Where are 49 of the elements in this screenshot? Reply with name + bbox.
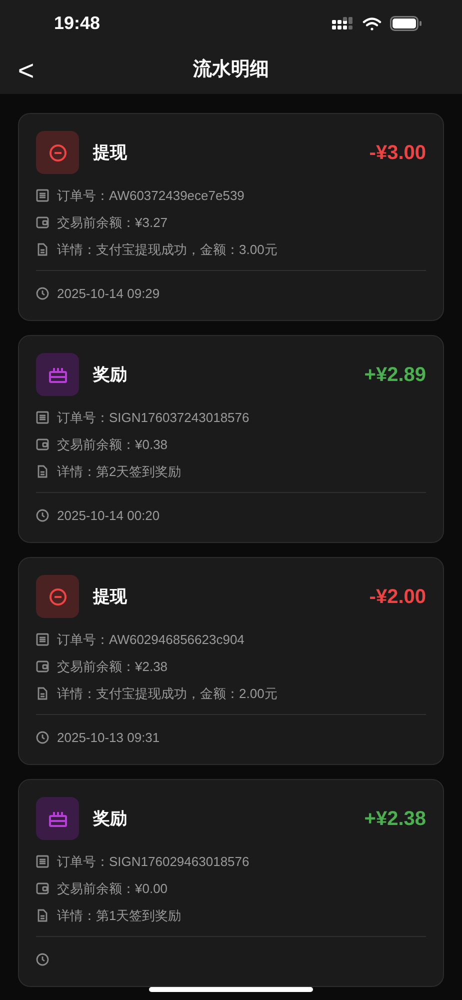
transaction-type: 奖励: [93, 808, 127, 830]
order-number: 订单号：SIGN176029463018576: [57, 852, 250, 871]
order-number: 订单号：SIGN176037243018576: [57, 408, 250, 427]
balance-before: 交易前余额：¥0.38: [57, 436, 168, 454]
document-icon: [36, 243, 49, 256]
order-number: 订单号：AW602946856623c904: [57, 630, 244, 649]
transaction-time: 2025-10-14 09:29: [57, 284, 160, 303]
minus-circle-icon: [48, 588, 66, 606]
transaction-amount: -¥3.00: [369, 140, 426, 166]
minus-circle-icon: [48, 144, 66, 162]
wallet-icon: [36, 216, 49, 229]
status-time: 19:48: [54, 12, 100, 35]
transaction-amount: +¥2.38: [364, 806, 426, 832]
clock-icon: [36, 509, 49, 522]
document-icon: [36, 687, 49, 700]
clock-icon: [36, 287, 49, 300]
list-icon: [36, 189, 49, 202]
page-title: 流水明细: [193, 58, 269, 82]
list-icon: [36, 633, 49, 646]
wallet-icon: [36, 438, 49, 451]
transaction-time: 2025-10-14 00:20: [57, 506, 160, 525]
transaction-type: 提现: [93, 142, 127, 164]
wallet-icon: [36, 660, 49, 673]
transaction-detail: 详情：支付宝提现成功，金额：3.00元: [57, 240, 278, 259]
balance-before: 交易前余额：¥3.27: [57, 214, 168, 232]
gift-icon: [48, 366, 68, 384]
balance-before: 交易前余额：¥0.00: [57, 880, 168, 898]
document-icon: [36, 909, 49, 922]
transaction-time: 2025-10-13 09:31: [57, 728, 160, 747]
signal-icon: [332, 16, 354, 30]
order-number: 订单号：AW60372439ece7e539: [57, 186, 244, 205]
transaction-detail: 详情：第2天签到奖励: [57, 462, 182, 481]
transaction-type: 提现: [93, 586, 127, 608]
document-icon: [36, 465, 49, 478]
wifi-icon: [362, 16, 382, 30]
transaction-detail: 详情：支付宝提现成功，金额：2.00元: [57, 684, 278, 703]
transaction-detail: 详情：第1天签到奖励: [57, 906, 182, 925]
list-icon: [36, 411, 49, 424]
wallet-icon: [36, 882, 49, 895]
battery-icon: [390, 16, 422, 31]
back-button[interactable]: <: [14, 56, 38, 84]
balance-before: 交易前余额：¥2.38: [57, 658, 168, 676]
gift-icon: [48, 810, 68, 828]
transaction-amount: -¥2.00: [369, 584, 426, 610]
clock-icon: [36, 953, 49, 966]
transaction-amount: +¥2.89: [364, 362, 426, 388]
list-icon: [36, 855, 49, 868]
clock-icon: [36, 731, 49, 744]
transaction-type: 奖励: [93, 364, 127, 386]
